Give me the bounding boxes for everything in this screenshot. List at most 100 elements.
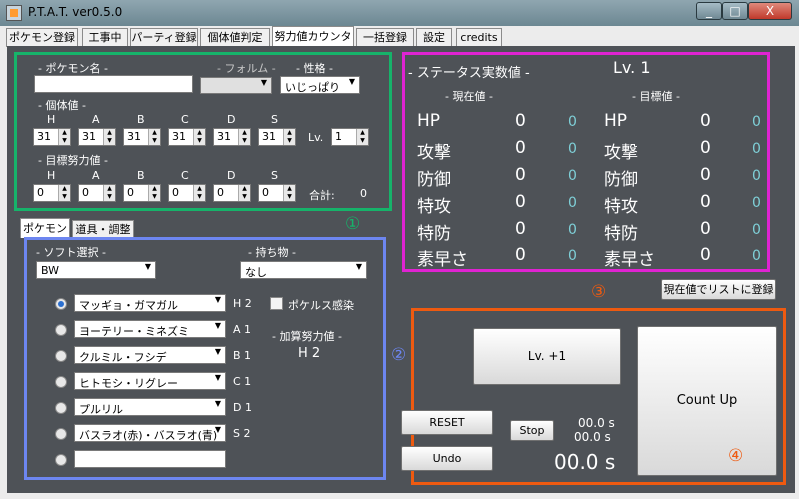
pokemon-select-4[interactable]: ヒトモシ・リグレー ▼ [74, 372, 226, 390]
nature-select[interactable]: いじっぱり ▼ [280, 76, 360, 94]
ev-a-value: 0 [82, 186, 89, 199]
tab-credits[interactable]: credits [456, 28, 502, 47]
minimize-button[interactable]: _ [696, 2, 722, 20]
radio-row-2[interactable] [55, 324, 67, 336]
pokemon-name-label: - ポケモン名 - [38, 62, 108, 75]
timer-2: 00.0 s [574, 430, 611, 444]
row-4-stat: C 1 [233, 375, 252, 388]
tgt-name-hp: HP [604, 111, 628, 131]
add-ev-label: - 加算努力値 - [272, 330, 342, 343]
tgt-name-atk: 攻撃 [604, 143, 638, 163]
cur-ev-spe: 0 [568, 248, 577, 264]
radio-row-4[interactable] [55, 376, 67, 388]
status-box [402, 52, 770, 272]
count-up-button[interactable]: Count Up [637, 326, 777, 476]
pokerus-label: ポケルス感染 [288, 299, 354, 312]
timer-main: 00.0 s [554, 450, 616, 474]
pokemon-name-input[interactable] [34, 75, 193, 93]
tab-iv-judge[interactable]: 個体値判定 [200, 28, 270, 47]
iv-h-stepper[interactable]: 31 ▲ ▼ [33, 128, 71, 146]
ev-letter-d: D [227, 169, 236, 182]
pokemon-select-5[interactable]: プルリル ▼ [74, 398, 226, 416]
soft-value: BW [41, 264, 60, 277]
ev-c-stepper[interactable]: 0 ▲ ▼ [168, 184, 206, 202]
tab-ev-counter[interactable]: 努力値カウンタ [272, 26, 354, 47]
status-level: Lv. 1 [613, 58, 651, 77]
iv-c-value: 31 [172, 130, 186, 143]
custom-pokemon-input[interactable] [74, 450, 226, 468]
pokemon-select-3[interactable]: クルミル・フシデ ▼ [74, 346, 226, 364]
cur-name-spe: 素早さ [417, 250, 468, 270]
tab-settings[interactable]: 設定 [416, 28, 452, 47]
cur-ev-spd: 0 [568, 222, 577, 238]
iv-letter-a: A [92, 113, 100, 126]
maximize-button[interactable]: □ [722, 2, 748, 20]
add-ev-value: H 2 [298, 346, 321, 361]
subtab-items[interactable]: 道具・調整 [72, 220, 134, 238]
row-1-stat: H 2 [233, 297, 252, 310]
tab-bulk-register[interactable]: 一括登録 [356, 28, 414, 47]
cur-name-spd: 特防 [417, 224, 451, 244]
soft-select[interactable]: BW ▼ [36, 261, 156, 279]
iv-c-stepper[interactable]: 31 ▲ ▼ [168, 128, 206, 146]
radio-row-5[interactable] [55, 402, 67, 414]
iv-a-stepper[interactable]: 31 ▲ ▼ [78, 128, 116, 146]
radio-row-custom[interactable] [55, 454, 67, 466]
register-current-button[interactable]: 現在値でリストに登録 [661, 279, 776, 300]
cur-value-hp: 0 [515, 111, 526, 131]
stop-button[interactable]: Stop [510, 420, 554, 441]
tgt-value-spe: 0 [700, 245, 711, 265]
pokemon-select-6[interactable]: バスラオ(赤)・バスラオ(青) ▼ [74, 424, 226, 442]
undo-button[interactable]: Undo [401, 446, 493, 471]
form-select[interactable]: ▼ [200, 77, 272, 94]
radio-row-6[interactable] [55, 428, 67, 440]
ev-b-stepper[interactable]: 0 ▲ ▼ [123, 184, 161, 202]
pokemon-select-5-value: プルリル [79, 403, 123, 416]
radio-row-1[interactable] [55, 298, 67, 310]
pokemon-select-4-value: ヒトモシ・リグレー [79, 377, 178, 390]
ev-a-stepper[interactable]: 0 ▲ ▼ [78, 184, 116, 202]
level-up-button[interactable]: Lv. +1 [473, 328, 621, 385]
tgt-value-atk: 0 [700, 138, 711, 158]
total-label: 合計: [309, 189, 335, 202]
current-value-label: - 現在値 - [445, 90, 493, 103]
cur-ev-hp: 0 [568, 114, 577, 130]
marker-3: ③ [591, 282, 607, 302]
tab-pokemon-register[interactable]: ポケモン登録 [6, 28, 78, 47]
pokerus-checkbox[interactable] [270, 297, 283, 310]
ev-s-stepper[interactable]: 0 ▲ ▼ [258, 184, 296, 202]
cur-value-spe: 0 [515, 245, 526, 265]
tab-under-construction[interactable]: 工事中 [82, 28, 128, 47]
pokemon-select-1[interactable]: マッギョ・ガマガル ▼ [74, 294, 226, 312]
ev-c-value: 0 [172, 186, 179, 199]
marker-1: ① [345, 214, 361, 234]
nature-value: いじっぱり [285, 81, 340, 94]
cur-name-hp: HP [417, 111, 441, 131]
ev-h-stepper[interactable]: 0 ▲ ▼ [33, 184, 71, 202]
ev-d-stepper[interactable]: 0 ▲ ▼ [213, 184, 251, 202]
iv-s-value: 31 [262, 130, 276, 143]
iv-letter-h: H [47, 113, 56, 126]
tab-party-register[interactable]: パーティ登録 [130, 28, 198, 47]
reset-button[interactable]: RESET [401, 410, 493, 435]
pokemon-select-2[interactable]: ヨーテリー・ミネズミ ▼ [74, 320, 226, 338]
iv-s-stepper[interactable]: 31 ▲ ▼ [258, 128, 296, 146]
tgt-value-hp: 0 [700, 111, 711, 131]
tgt-name-spd: 特防 [604, 224, 638, 244]
subtab-pokemon[interactable]: ポケモン [20, 218, 70, 238]
iv-label: - 個体値 - [38, 99, 86, 112]
held-item-select[interactable]: なし ▼ [240, 261, 367, 279]
iv-d-stepper[interactable]: 31 ▲ ▼ [213, 128, 251, 146]
marker-2: ② [391, 345, 407, 365]
level-stepper[interactable]: 1 ▲ ▼ [331, 128, 369, 146]
cur-ev-spa: 0 [568, 195, 577, 211]
soft-label: - ソフト選択 - [36, 246, 106, 259]
radio-row-3[interactable] [55, 350, 67, 362]
window-title: P.T.A.T. ver0.5.0 [28, 5, 123, 19]
close-button[interactable]: X [748, 2, 792, 20]
cur-value-def: 0 [515, 165, 526, 185]
cur-value-spd: 0 [515, 219, 526, 239]
iv-b-stepper[interactable]: 31 ▲ ▼ [123, 128, 161, 146]
iv-letter-s: S [271, 113, 278, 126]
status-title: - ステータス実数値 - [408, 66, 530, 81]
